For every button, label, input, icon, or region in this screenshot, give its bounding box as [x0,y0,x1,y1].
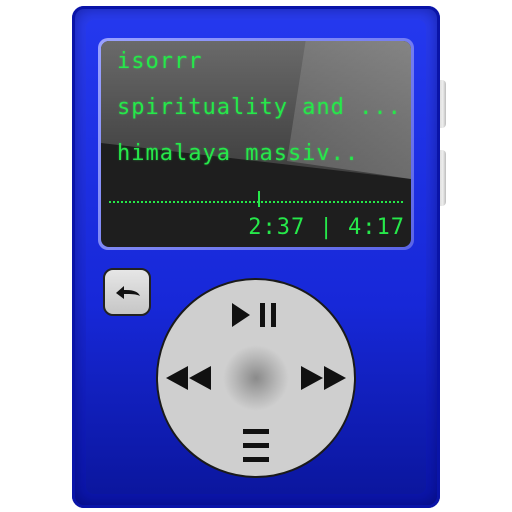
fast-forward-icon[interactable] [298,365,348,391]
track-label: himalaya massiv.. [117,141,360,166]
play-pause-icon[interactable] [230,302,284,328]
album-label: spirituality and ... [117,95,402,120]
artist-label: isorrr [117,49,203,74]
time-display: 2:37 | 4:17 [248,215,405,240]
progress-bar[interactable] [109,201,403,205]
back-arrow-icon [116,286,140,299]
progress-knob[interactable] [257,191,260,207]
lcd-screen: isorrr spirituality and ... himalaya mas… [101,41,411,247]
menu-icon[interactable] [242,428,270,464]
rewind-icon[interactable] [164,365,214,391]
back-button[interactable] [103,268,151,316]
center-select-button[interactable] [223,345,289,411]
screen-frame: isorrr spirituality and ... himalaya mas… [98,38,414,250]
